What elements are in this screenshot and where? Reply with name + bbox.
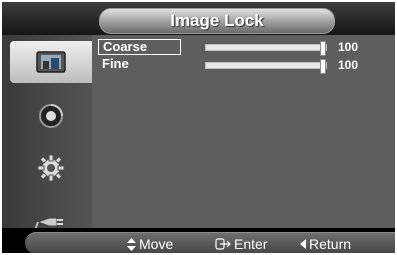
fine-slider[interactable] (205, 59, 327, 74)
coarse-slider[interactable] (205, 41, 327, 56)
sidebar-item-sound[interactable] (10, 95, 92, 137)
sidebar-item-picture[interactable] (10, 41, 92, 83)
setup-gear-icon (37, 154, 65, 182)
slider-knob[interactable] (320, 59, 326, 74)
sidebar-item-setup[interactable] (10, 147, 92, 189)
enter-label: Enter (234, 236, 268, 252)
move-hint: Move (127, 235, 173, 253)
return-hint: Return (300, 235, 351, 253)
updown-arrows-icon (127, 237, 136, 251)
setting-row-fine[interactable]: Fine 100 (92, 56, 395, 74)
enter-hint: Enter (215, 235, 267, 253)
sound-icon (39, 104, 63, 128)
sidebar (2, 35, 92, 246)
left-arrow-icon (300, 239, 306, 249)
return-label: Return (309, 236, 352, 252)
footer-hints: Move Enter Return (25, 232, 395, 253)
settings-panel: Coarse 100 Fine 100 (92, 35, 395, 246)
setting-value: 100 (338, 58, 359, 72)
enter-icon (215, 238, 231, 250)
setting-value: 100 (338, 40, 359, 54)
menu-title: Image Lock (99, 8, 335, 34)
slider-knob[interactable] (320, 41, 326, 56)
setting-label: Fine (102, 56, 129, 71)
setting-label: Coarse (98, 39, 181, 55)
move-label: Move (139, 236, 174, 252)
footer: Move Enter Return (2, 228, 395, 253)
osd-header: Image Lock (2, 2, 395, 35)
osd-window: Image Lock Coarse 100 Fine 100 Move Ente… (2, 2, 395, 253)
picture-icon (36, 51, 66, 73)
setting-row-coarse[interactable]: Coarse 100 (92, 39, 395, 56)
